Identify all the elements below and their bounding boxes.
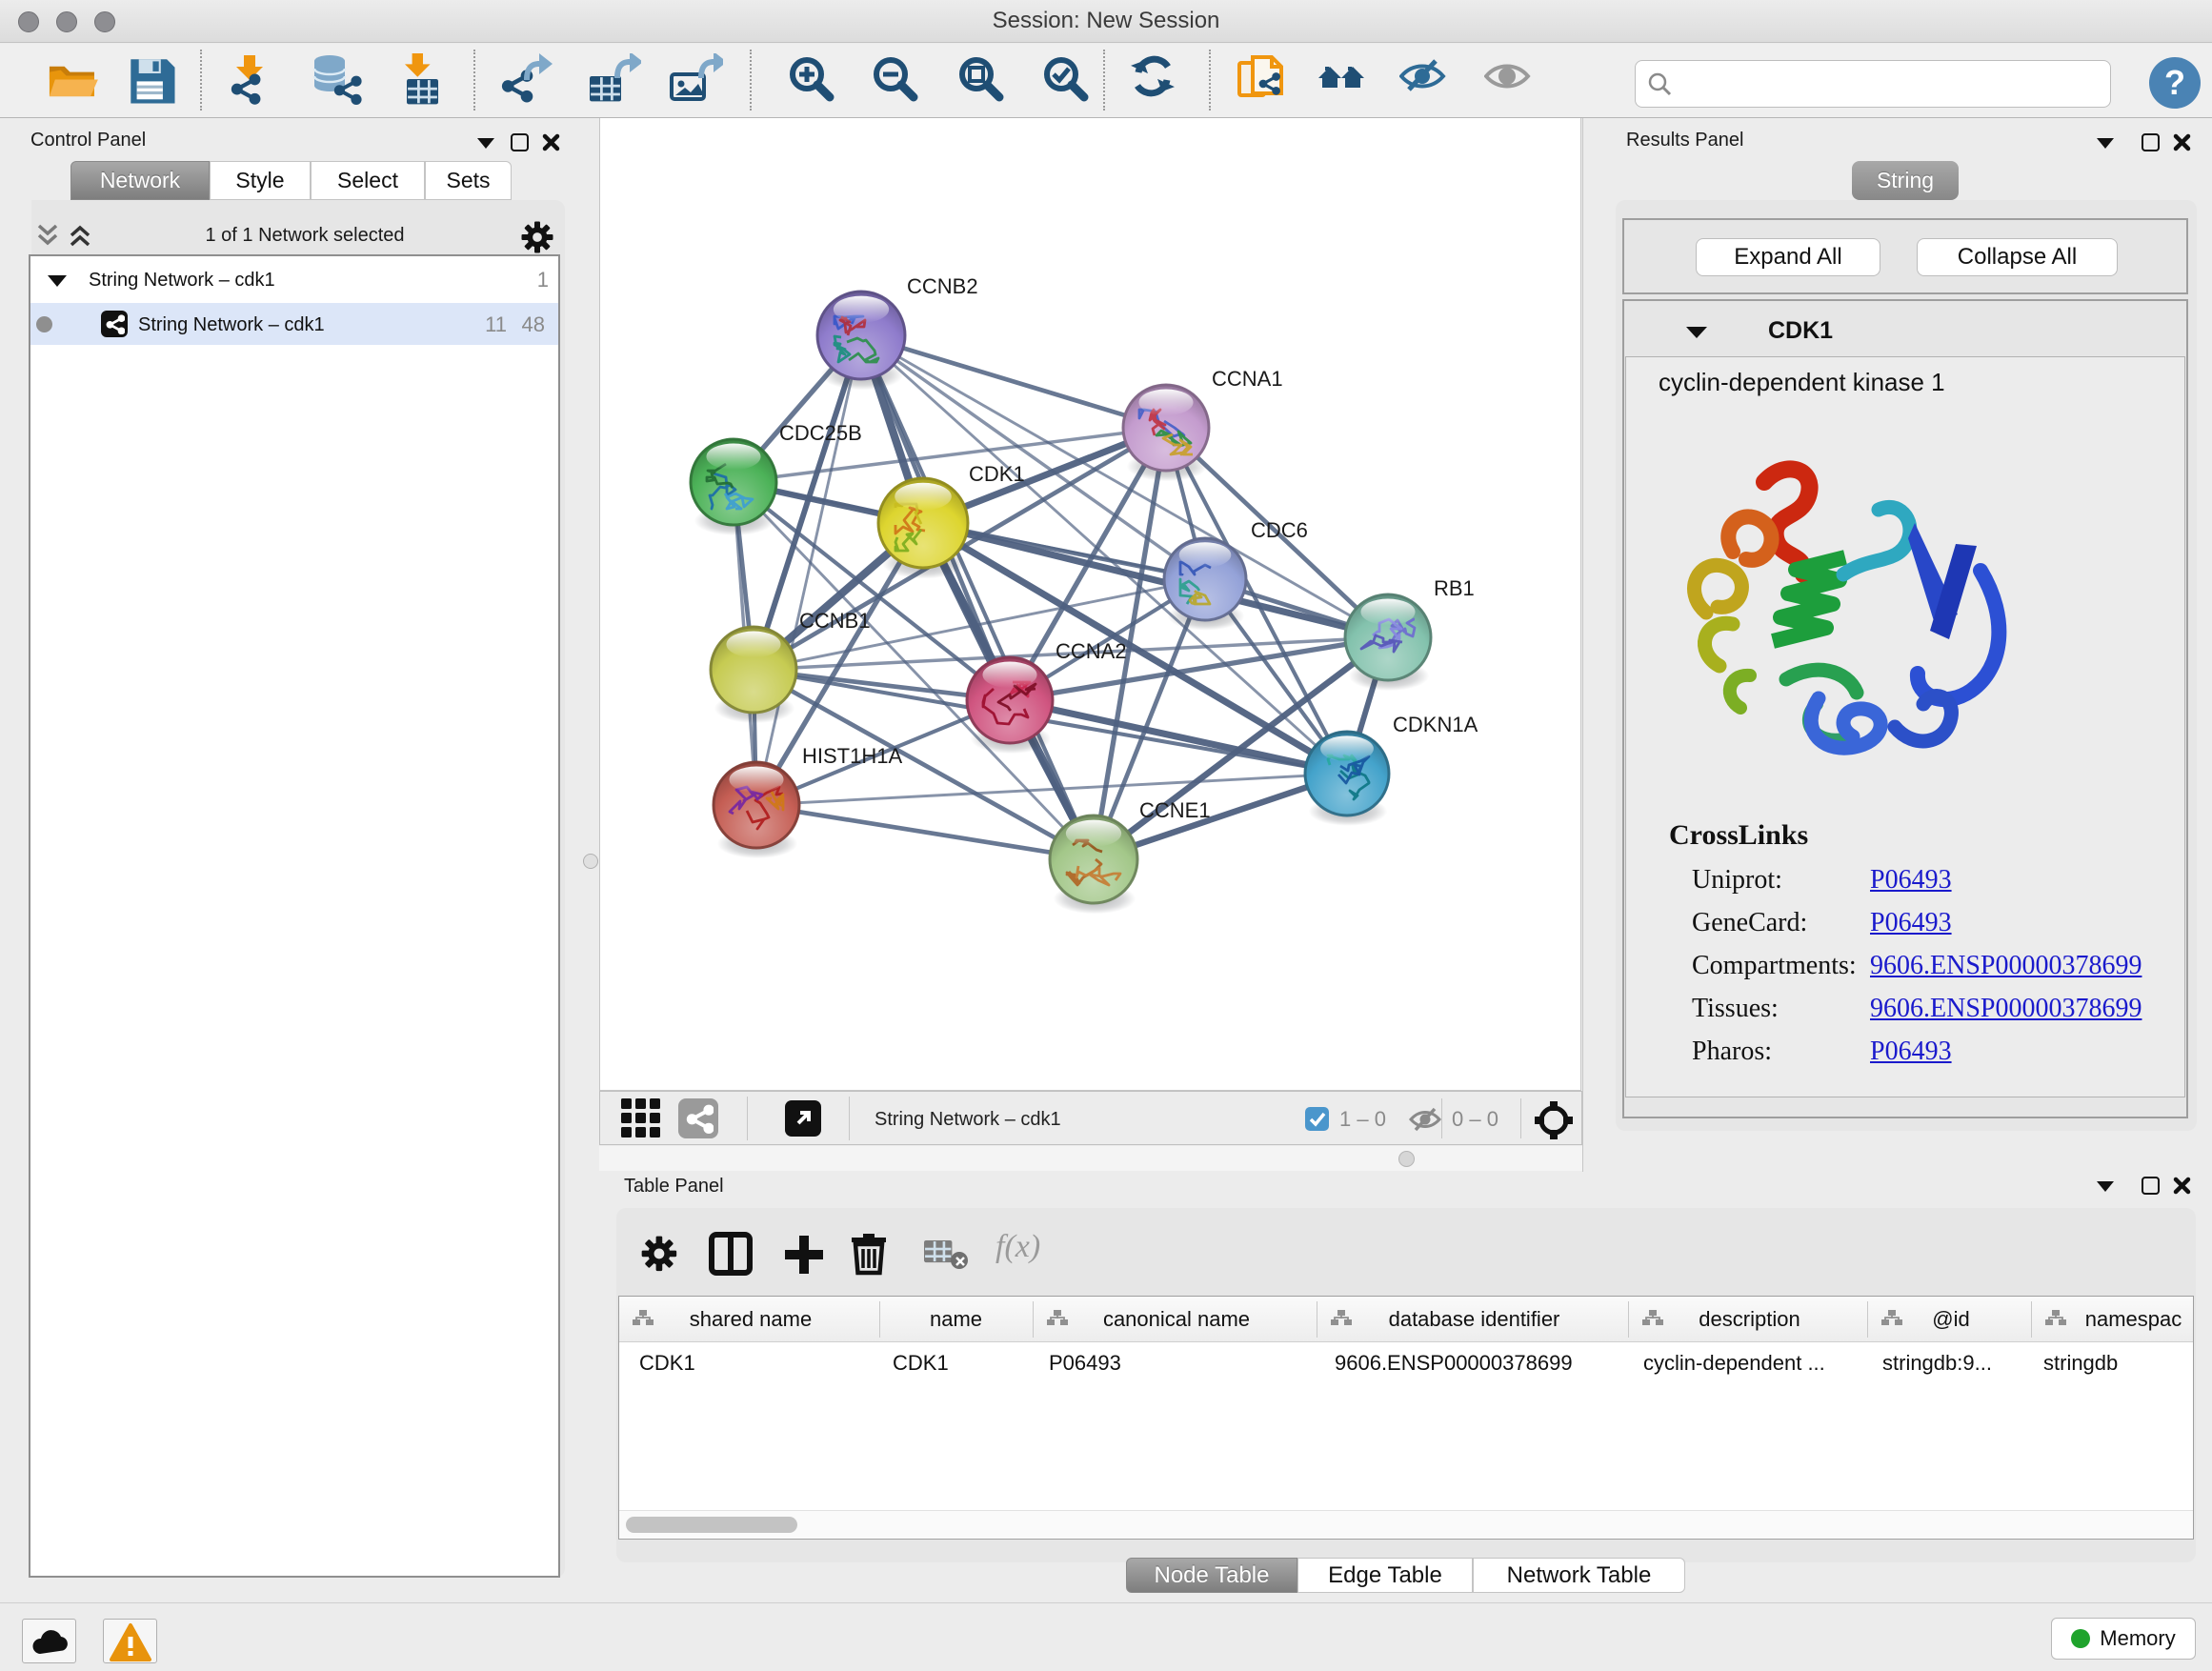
svg-text:CCNA1: CCNA1 [1212, 367, 1283, 391]
svg-text:CDC25B: CDC25B [779, 421, 862, 445]
svg-text:HIST1H1A: HIST1H1A [802, 744, 902, 768]
svg-text:CCNB2: CCNB2 [907, 274, 978, 298]
svg-text:CDK1: CDK1 [969, 462, 1025, 486]
svg-text:CCNA2: CCNA2 [1056, 639, 1127, 663]
svg-text:CCNE1: CCNE1 [1139, 798, 1211, 822]
svg-text:RB1: RB1 [1434, 576, 1475, 600]
svg-text:CDC6: CDC6 [1251, 518, 1308, 542]
svg-text:CCNB1: CCNB1 [799, 609, 871, 633]
svg-text:CDKN1A: CDKN1A [1393, 713, 1478, 736]
